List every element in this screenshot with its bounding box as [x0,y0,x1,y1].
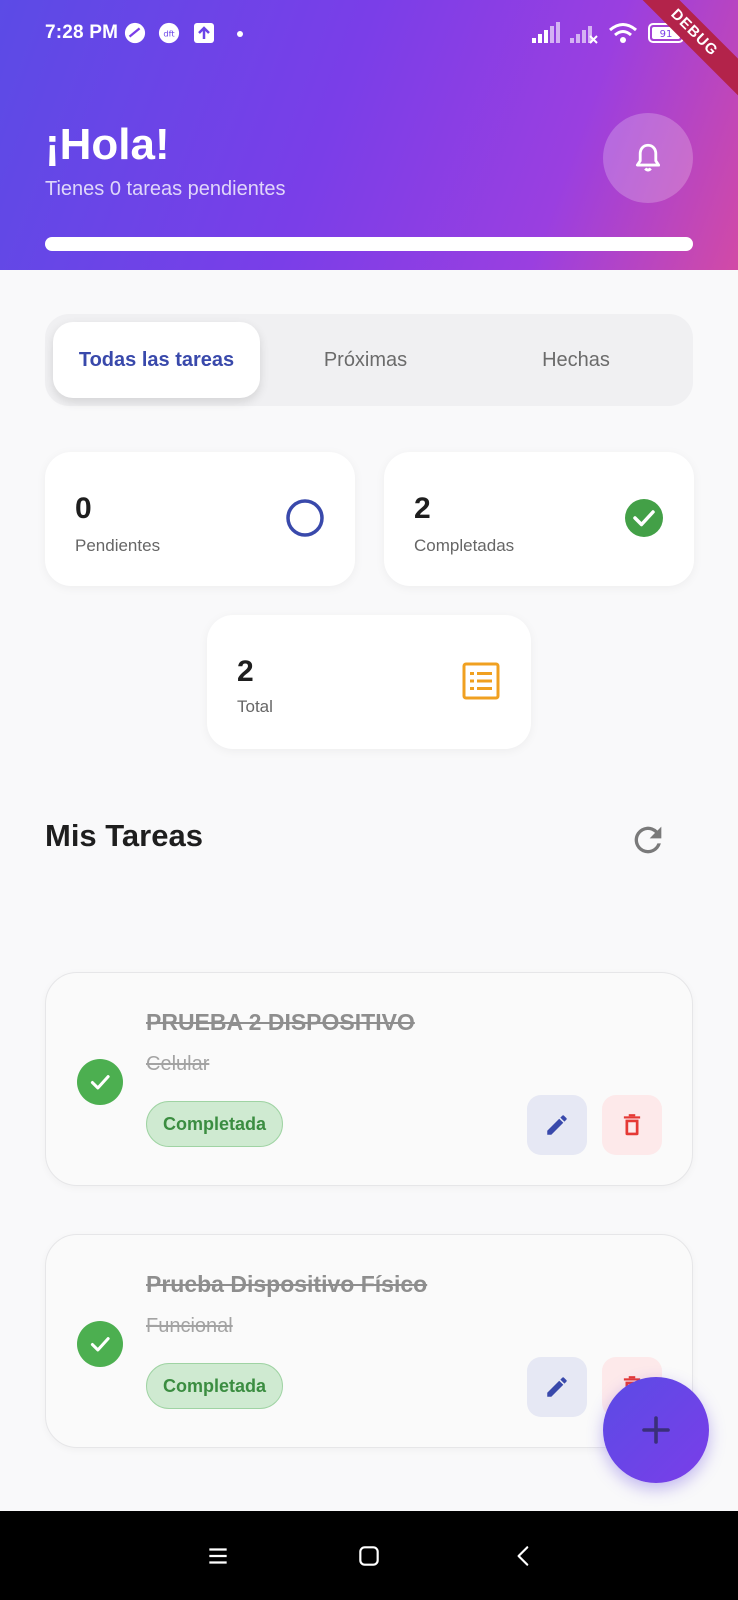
edit-button[interactable] [527,1357,587,1417]
greeting: ¡Hola! [45,120,170,169]
stat-card-pending: 0 Pendientes [45,452,355,586]
edit-button[interactable] [527,1095,587,1155]
tab-done[interactable]: Hechas [471,322,681,398]
battery-level: 91 [660,29,673,40]
back-icon[interactable] [511,1543,537,1569]
header: 7:28 PM dft 91 DEBUG ¡Hola! Tienes 0 tar… [0,0,738,270]
system-nav-bar [0,1511,738,1600]
pending-subtitle: Tienes 0 tareas pendientes [45,178,286,200]
progress-fill [45,237,693,251]
dft-icon: dft [158,22,180,44]
list-icon [462,662,500,700]
task-card[interactable]: PRUEBA 2 DISPOSITIVO Celular Completada [45,972,693,1186]
plus-icon [642,1416,670,1444]
status-bar: 7:28 PM dft 91 DEBUG [0,0,738,106]
notifications-button[interactable] [603,113,693,203]
home-icon[interactable] [356,1543,382,1569]
task-complete-toggle[interactable] [77,1059,123,1105]
tab-upcoming[interactable]: Próximas [262,322,469,398]
total-count: 2 [237,655,254,688]
signal-off-icon [570,26,598,44]
stat-card-total: 2 Total [207,615,531,749]
refresh-icon[interactable] [628,820,668,860]
status-badge: Completada [146,1363,284,1409]
task-description: Funcional [146,1315,233,1337]
filter-tabs: Todas las tareas Próximas Hechas [45,314,693,406]
circle-outline-icon [286,499,324,537]
task-card[interactable]: Prueba Dispositivo Físico Funcional Comp… [45,1234,693,1448]
section-title: Mis Tareas [45,818,203,853]
add-task-button[interactable] [603,1377,709,1483]
task-title: Prueba Dispositivo Físico [146,1271,428,1297]
upload-icon [194,23,214,43]
pending-label: Pendientes [75,536,161,555]
pencil-icon [547,1115,567,1135]
status-badge: Completada [146,1101,284,1147]
completed-count: 2 [414,492,431,525]
total-label: Total [237,697,273,716]
notification-dot [237,31,243,37]
check-icon [90,1075,110,1090]
pending-count: 0 [75,492,92,525]
delete-button[interactable] [602,1095,662,1155]
task-title: PRUEBA 2 DISPOSITIVO [146,1009,415,1035]
task-description: Celular [146,1053,210,1075]
trash-icon [623,1114,641,1136]
tab-all-tasks[interactable]: Todas las tareas [53,322,260,398]
stat-card-completed: 2 Completadas [384,452,694,586]
menu-icon[interactable] [205,1543,231,1569]
app-screen: 7:28 PM dft 91 DEBUG ¡Hola! Tienes 0 tar… [0,0,738,1600]
pencil-icon [547,1377,567,1397]
signal-icon [532,22,560,43]
bell-icon [635,143,661,172]
check-icon [90,1337,110,1352]
wifi-icon [609,23,637,43]
progress-bar [45,237,693,251]
debug-banner: DEBUG [621,0,738,106]
status-time: 7:28 PM [45,22,119,43]
completed-label: Completadas [414,536,515,555]
svg-text:dft: dft [163,29,175,39]
check-circle-icon [625,499,663,537]
task-complete-toggle[interactable] [77,1321,123,1367]
cloud-icon [124,22,146,44]
